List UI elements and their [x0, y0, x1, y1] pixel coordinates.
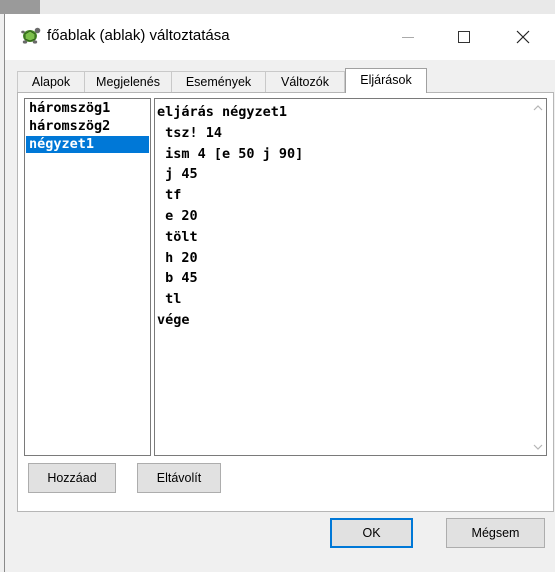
- window-title: főablak (ablak) változtatása: [47, 27, 230, 44]
- close-button[interactable]: [500, 14, 546, 60]
- tab-eljarasok[interactable]: Eljárások: [345, 68, 427, 93]
- procedure-list[interactable]: háromszög1 háromszög2 négyzet1: [24, 98, 151, 456]
- code-line: tölt: [157, 228, 198, 245]
- chevron-up-icon: [533, 104, 542, 110]
- scroll-up-button[interactable]: [529, 99, 546, 116]
- code-line: b 45: [157, 270, 198, 287]
- code-line: h 20: [157, 249, 198, 266]
- tab-panel-eljarasok: háromszög1 háromszög2 négyzet1 eljárás n…: [17, 92, 554, 512]
- background-strip: [0, 0, 555, 14]
- add-button[interactable]: Hozzáad: [28, 463, 116, 493]
- title-bar[interactable]: főablak (ablak) változtatása: [5, 14, 555, 60]
- code-line: e 20: [157, 207, 198, 224]
- code-line: tf: [157, 187, 182, 204]
- background-app-region: [0, 0, 40, 14]
- turtle-app-icon: [21, 27, 41, 44]
- list-item-selected[interactable]: négyzet1: [26, 136, 149, 153]
- code-line: vége: [157, 311, 190, 328]
- scroll-down-button[interactable]: [529, 438, 546, 455]
- list-item[interactable]: háromszög1: [26, 100, 149, 117]
- minimize-icon: [402, 36, 414, 38]
- code-line: ism 4 [e 50 j 90]: [157, 145, 304, 162]
- ok-button[interactable]: OK: [330, 518, 413, 548]
- list-item[interactable]: háromszög2: [26, 118, 149, 135]
- tab-megjelenes[interactable]: Megjelenés: [84, 71, 172, 92]
- close-icon: [516, 30, 530, 44]
- procedure-editor[interactable]: eljárás négyzet1 tsz! 14 ism 4 [e 50 j 9…: [154, 98, 547, 456]
- remove-button[interactable]: Eltávolít: [137, 463, 221, 493]
- code-line: j 45: [157, 166, 198, 183]
- code-line: eljárás négyzet1: [157, 104, 288, 120]
- dialog-window: főablak (ablak) változtatása Alapok Megj…: [4, 14, 555, 572]
- code-text[interactable]: eljárás négyzet1 tsz! 14 ism 4 [e 50 j 9…: [157, 102, 527, 331]
- maximize-icon: [458, 31, 470, 43]
- code-line: tsz! 14: [157, 124, 223, 141]
- chevron-down-icon: [533, 444, 542, 450]
- tab-esemenyek[interactable]: Események: [171, 71, 266, 92]
- tab-valtozok[interactable]: Változók: [265, 71, 345, 92]
- tab-alapok[interactable]: Alapok: [17, 71, 85, 92]
- vertical-scrollbar[interactable]: [529, 99, 546, 455]
- maximize-button[interactable]: [441, 14, 487, 60]
- code-line: tl: [157, 291, 182, 308]
- minimize-button[interactable]: [385, 14, 431, 60]
- cancel-button[interactable]: Mégsem: [446, 518, 545, 548]
